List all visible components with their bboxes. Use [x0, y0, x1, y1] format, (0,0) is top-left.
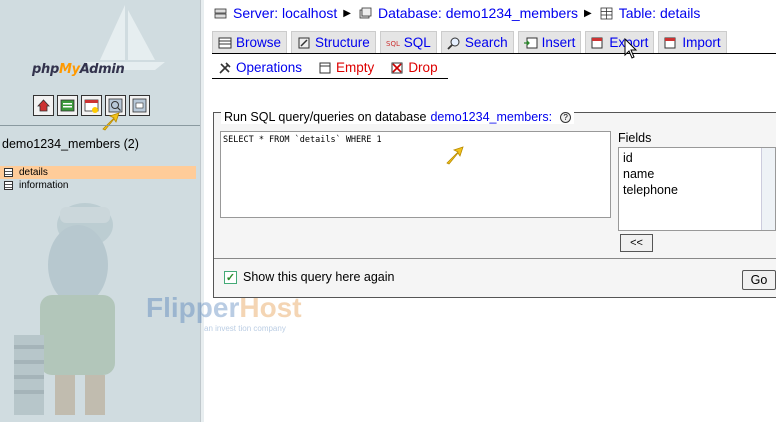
operations-icon [219, 61, 231, 74]
breadcrumb-separator: ▶ [584, 7, 592, 19]
table-item-details[interactable]: details [0, 166, 196, 179]
breadcrumb-database[interactable]: Database: demo1234_members ▶ [359, 5, 600, 21]
tab-structure[interactable]: Structure [291, 31, 376, 53]
tab-label[interactable]: Import [682, 35, 720, 50]
sql-icon: SQL [386, 40, 400, 48]
tab-label[interactable]: Operations [236, 60, 302, 75]
main-frame: Server: localhost ▶ Database: demo1234_m… [146, 0, 776, 422]
tab-bar-secondary: Operations Empty Drop [212, 56, 444, 78]
mouse-cursor-icon [624, 38, 638, 59]
nav-divider [0, 125, 200, 126]
sql-legend-database-link[interactable]: demo1234_members: [430, 110, 552, 124]
empty-icon [319, 62, 331, 73]
tab-search[interactable]: Search [440, 31, 514, 53]
tab-operations[interactable]: Operations [212, 56, 309, 78]
sql-legend-text: Run SQL query/queries on database [224, 110, 427, 124]
left-navigation-frame: phpMyAdmin demo1234_members (2) details … [0, 0, 200, 422]
insert-icon [523, 37, 538, 48]
database-icon [359, 7, 372, 18]
browse-icon [218, 37, 232, 48]
breadcrumb-table-label[interactable]: Table: details [619, 5, 701, 21]
server-icon [214, 8, 227, 18]
table-icon [600, 7, 613, 19]
fields-listbox[interactable]: id name telephone [618, 147, 776, 231]
logo-text-php: php [32, 62, 59, 77]
tab-bar-primary-line [212, 53, 776, 54]
tab-label[interactable]: Browse [236, 35, 281, 50]
search-icon [447, 37, 460, 50]
pointer-arrow-icon [446, 146, 464, 165]
table-icon[interactable] [4, 168, 13, 177]
database-name-link[interactable]: demo1234_members (2) [2, 137, 139, 151]
brand-main-text: Flipper [146, 292, 240, 323]
show-query-again-label[interactable]: Show this query here again [243, 270, 394, 284]
home-icon[interactable] [33, 95, 54, 116]
breadcrumb-server-label[interactable]: Server: localhost [233, 5, 337, 21]
tab-drop[interactable]: Drop [384, 56, 444, 78]
logo-text-my: My [58, 62, 80, 77]
structure-icon [298, 37, 310, 48]
field-option[interactable]: telephone [623, 182, 771, 198]
tab-label[interactable]: SQL [404, 35, 431, 50]
breadcrumb-database-label[interactable]: Database: demo1234_members [378, 5, 578, 21]
help-icon[interactable]: ? [560, 111, 572, 123]
tab-sql[interactable]: SQL SQL [379, 31, 437, 53]
docs-icon[interactable] [129, 95, 150, 116]
field-option[interactable]: id [623, 150, 771, 166]
nav-icon-bar [33, 95, 150, 116]
tab-bar-primary: Browse Structure SQL SQL Search Insert E… [212, 31, 727, 53]
tab-insert[interactable]: Insert [517, 31, 582, 53]
sql-fieldset-divider [214, 258, 776, 259]
fields-scrollbar[interactable] [761, 148, 775, 230]
tab-empty[interactable]: Empty [312, 56, 381, 78]
ship-watermark-icon [85, 5, 165, 70]
show-query-again-checkbox[interactable]: ✓ [224, 270, 237, 284]
breadcrumb-server[interactable]: Server: localhost ▶ [214, 5, 359, 21]
phpmyadmin-window: phpMyAdmin demo1234_members (2) details … [0, 0, 776, 422]
table-item-label[interactable]: details [19, 167, 48, 178]
breadcrumb-separator: ▶ [343, 7, 351, 19]
tab-label[interactable]: Insert [542, 35, 576, 50]
breadcrumb-table[interactable]: Table: details [600, 5, 701, 21]
sql-window-icon[interactable] [81, 95, 102, 116]
brand-accent-text: Host [239, 292, 302, 323]
tab-label[interactable]: Search [465, 35, 508, 50]
export-icon [591, 37, 603, 48]
insert-field-button[interactable]: << [620, 234, 653, 252]
pointer-arrow-icon [102, 112, 120, 131]
breadcrumb: Server: localhost ▶ Database: demo1234_m… [214, 5, 700, 21]
phpmyadmin-logo[interactable]: phpMyAdmin [32, 62, 125, 77]
brand-watermark: FlipperHost [146, 292, 302, 324]
show-query-again-option[interactable]: ✓ Show this query here again [224, 270, 394, 284]
sql-fieldset-legend: Run SQL query/queries on database demo12… [221, 110, 575, 124]
tab-label[interactable]: Empty [336, 60, 374, 75]
tab-import[interactable]: Import [658, 31, 727, 53]
go-button[interactable]: Go [742, 270, 776, 290]
logo-text-admin: Admin [79, 62, 125, 77]
tab-browse[interactable]: Browse [212, 31, 288, 53]
svg-text:SQL: SQL [386, 40, 400, 48]
tab-label[interactable]: Drop [408, 60, 437, 75]
tab-export[interactable]: Export [585, 31, 655, 53]
drop-icon [391, 62, 403, 73]
sql-query-icon[interactable] [57, 95, 78, 116]
tab-bar-secondary-line [212, 78, 448, 79]
sql-query-textarea[interactable]: SELECT * FROM `details` WHERE 1 [220, 131, 611, 218]
field-option[interactable]: name [623, 166, 771, 182]
brand-tagline: an invest tion company [204, 324, 286, 333]
tab-label[interactable]: Structure [315, 35, 370, 50]
fields-label: Fields [618, 131, 652, 145]
import-icon [664, 37, 676, 48]
